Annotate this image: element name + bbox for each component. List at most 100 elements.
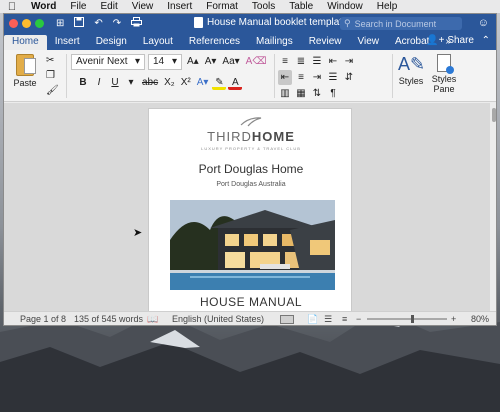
superscript-button[interactable]: X² [179,75,193,90]
zoom-slider-knob[interactable] [411,315,414,323]
format-buttons: B I U ▾ abc X₂ X² A▾ ✎ A [76,75,243,90]
numbering-icon[interactable]: ≣ [294,54,308,69]
paste-button[interactable]: Paste [10,54,40,88]
subscript-button[interactable]: X₂ [162,75,177,90]
font-name-value: Avenir Next [76,56,128,67]
change-case-icon[interactable]: Aa▾ [220,54,241,69]
tab-review[interactable]: Review [301,35,350,50]
save-icon[interactable] [74,17,85,30]
undo-icon[interactable]: ↶ [94,18,102,29]
paragraph-buttons: ▥ ▦ ⇅ ¶ [278,86,340,101]
strikethrough-button[interactable]: abc [140,75,160,90]
sort-icon[interactable]: ⇅ [310,86,324,101]
logo-wordmark: THIRDHOME [207,129,295,144]
document-canvas[interactable]: THIRDHOME LUXURY PROPERTY & TRAVEL CLUB … [4,103,496,311]
menu-window[interactable]: Window [320,1,370,12]
menu-insert[interactable]: Insert [160,1,199,12]
redo-icon[interactable]: ↷ [113,18,121,29]
tab-mailings[interactable]: Mailings [248,35,301,50]
align-left-icon[interactable]: ⇤ [278,70,292,85]
window-controls [4,19,44,28]
scrollbar-thumb[interactable] [492,108,496,122]
decrease-indent-icon[interactable]: ⇤ [326,54,340,69]
format-painter-icon[interactable]: 🖌 [46,85,59,96]
language-label[interactable]: English (United States) [172,314,264,324]
zoom-level[interactable]: 80% [471,314,489,324]
tab-view[interactable]: View [350,35,388,50]
collapse-ribbon-icon[interactable]: ⌃ [482,35,490,46]
zoom-slider[interactable] [367,315,447,323]
menu-help[interactable]: Help [370,1,405,12]
font-size-dropdown[interactable]: 14 ▾ [148,54,182,70]
tab-design[interactable]: Design [88,35,135,50]
shading-icon[interactable]: ▥ [278,86,292,101]
cut-icon[interactable]: ✂ [46,55,59,66]
font-size-value: 14 [153,56,165,67]
tab-references[interactable]: References [181,35,248,50]
menu-format[interactable]: Format [199,1,245,12]
underline-dropdown-icon[interactable]: ▾ [124,75,138,90]
clear-formatting-icon[interactable]: A⌫ [244,54,269,69]
share-label: Share [447,35,474,46]
sidebar-toggle-icon[interactable]: ⊞ [56,18,64,29]
search-in-document-field[interactable]: ⚲ Search in Document [340,17,462,30]
zoom-in-button[interactable]: + [451,314,456,324]
print-icon[interactable] [131,17,143,30]
share-button[interactable]: 👤+ Share [426,35,474,46]
multilevel-list-icon[interactable]: ☰ [310,54,324,69]
text-effects-icon[interactable]: A▾ [195,75,211,90]
focus-mode-icon[interactable] [280,315,294,324]
ribbon-tabs: Home Insert Design Layout References Mai… [4,33,496,50]
styles-button[interactable]: A✎ Styles [398,54,425,86]
smiley-feedback-icon[interactable]: ☺ [478,17,489,29]
apple-icon[interactable]:  [0,1,24,13]
italic-button[interactable]: I [92,75,106,90]
shrink-font-icon[interactable]: A▾ [203,54,219,69]
menu-word[interactable]: Word [24,1,63,12]
font-color-icon[interactable]: A [228,75,243,90]
proofing-icon[interactable]: 📖 [147,314,158,325]
bold-button[interactable]: B [76,75,90,90]
document-title: House Manual booklet template [194,17,348,28]
menu-edit[interactable]: Edit [94,1,125,12]
copy-icon[interactable]: ❐ [46,70,59,81]
house-photo[interactable] [170,200,335,290]
document-page[interactable]: THIRDHOME LUXURY PROPERTY & TRAVEL CLUB … [148,108,352,311]
menu-table[interactable]: Table [282,1,320,12]
word-count[interactable]: 135 of 545 words [74,314,143,324]
align-right-icon[interactable]: ⇥ [310,70,324,85]
vertical-scrollbar[interactable] [490,103,496,311]
tab-insert[interactable]: Insert [47,35,88,50]
bullets-icon[interactable]: ≡ [278,54,292,69]
styles-pane-button[interactable]: Styles Pane [429,54,459,94]
tab-home[interactable]: Home [4,35,47,50]
ribbon-home: Paste ✂ ❐ 🖌 Avenir Next ▾ 14 ▾ A▴ A▾ Aa▾… [4,50,496,102]
show-formatting-icon[interactable]: ¶ [326,86,340,101]
highlight-icon[interactable]: ✎ [212,75,227,90]
line-spacing-icon[interactable]: ⇵ [342,70,356,85]
menu-file[interactable]: File [63,1,93,12]
search-placeholder: Search in Document [354,18,437,29]
tab-layout[interactable]: Layout [135,35,181,50]
title-bar: ⊞ ↶ ↷ House Manual booklet template ⚲ Se… [4,14,496,33]
justify-icon[interactable]: ☰ [326,70,340,85]
web-layout-icon[interactable]: ☰ [324,314,332,325]
grow-font-icon[interactable]: A▴ [185,54,201,69]
menu-view[interactable]: View [125,1,161,12]
minimize-window-button[interactable] [22,19,31,28]
increase-indent-icon[interactable]: ⇥ [342,54,356,69]
close-window-button[interactable] [9,19,18,28]
menu-tools[interactable]: Tools [245,1,282,12]
word-window: ⊞ ↶ ↷ House Manual booklet template ⚲ Se… [3,13,497,326]
align-center-icon[interactable]: ≡ [294,70,308,85]
font-name-dropdown[interactable]: Avenir Next ▾ [71,54,145,70]
home-location: Port Douglas Australia [216,181,286,188]
outline-icon[interactable]: ≡ [342,314,347,324]
underline-button[interactable]: U [108,75,122,90]
zoom-out-button[interactable]: − [356,314,361,324]
page-count[interactable]: Page 1 of 8 [20,314,66,324]
quick-access-toolbar: ⊞ ↶ ↷ [56,17,143,30]
borders-icon[interactable]: ▦ [294,86,308,101]
zoom-window-button[interactable] [35,19,44,28]
print-layout-icon[interactable]: 📄 [307,314,318,325]
